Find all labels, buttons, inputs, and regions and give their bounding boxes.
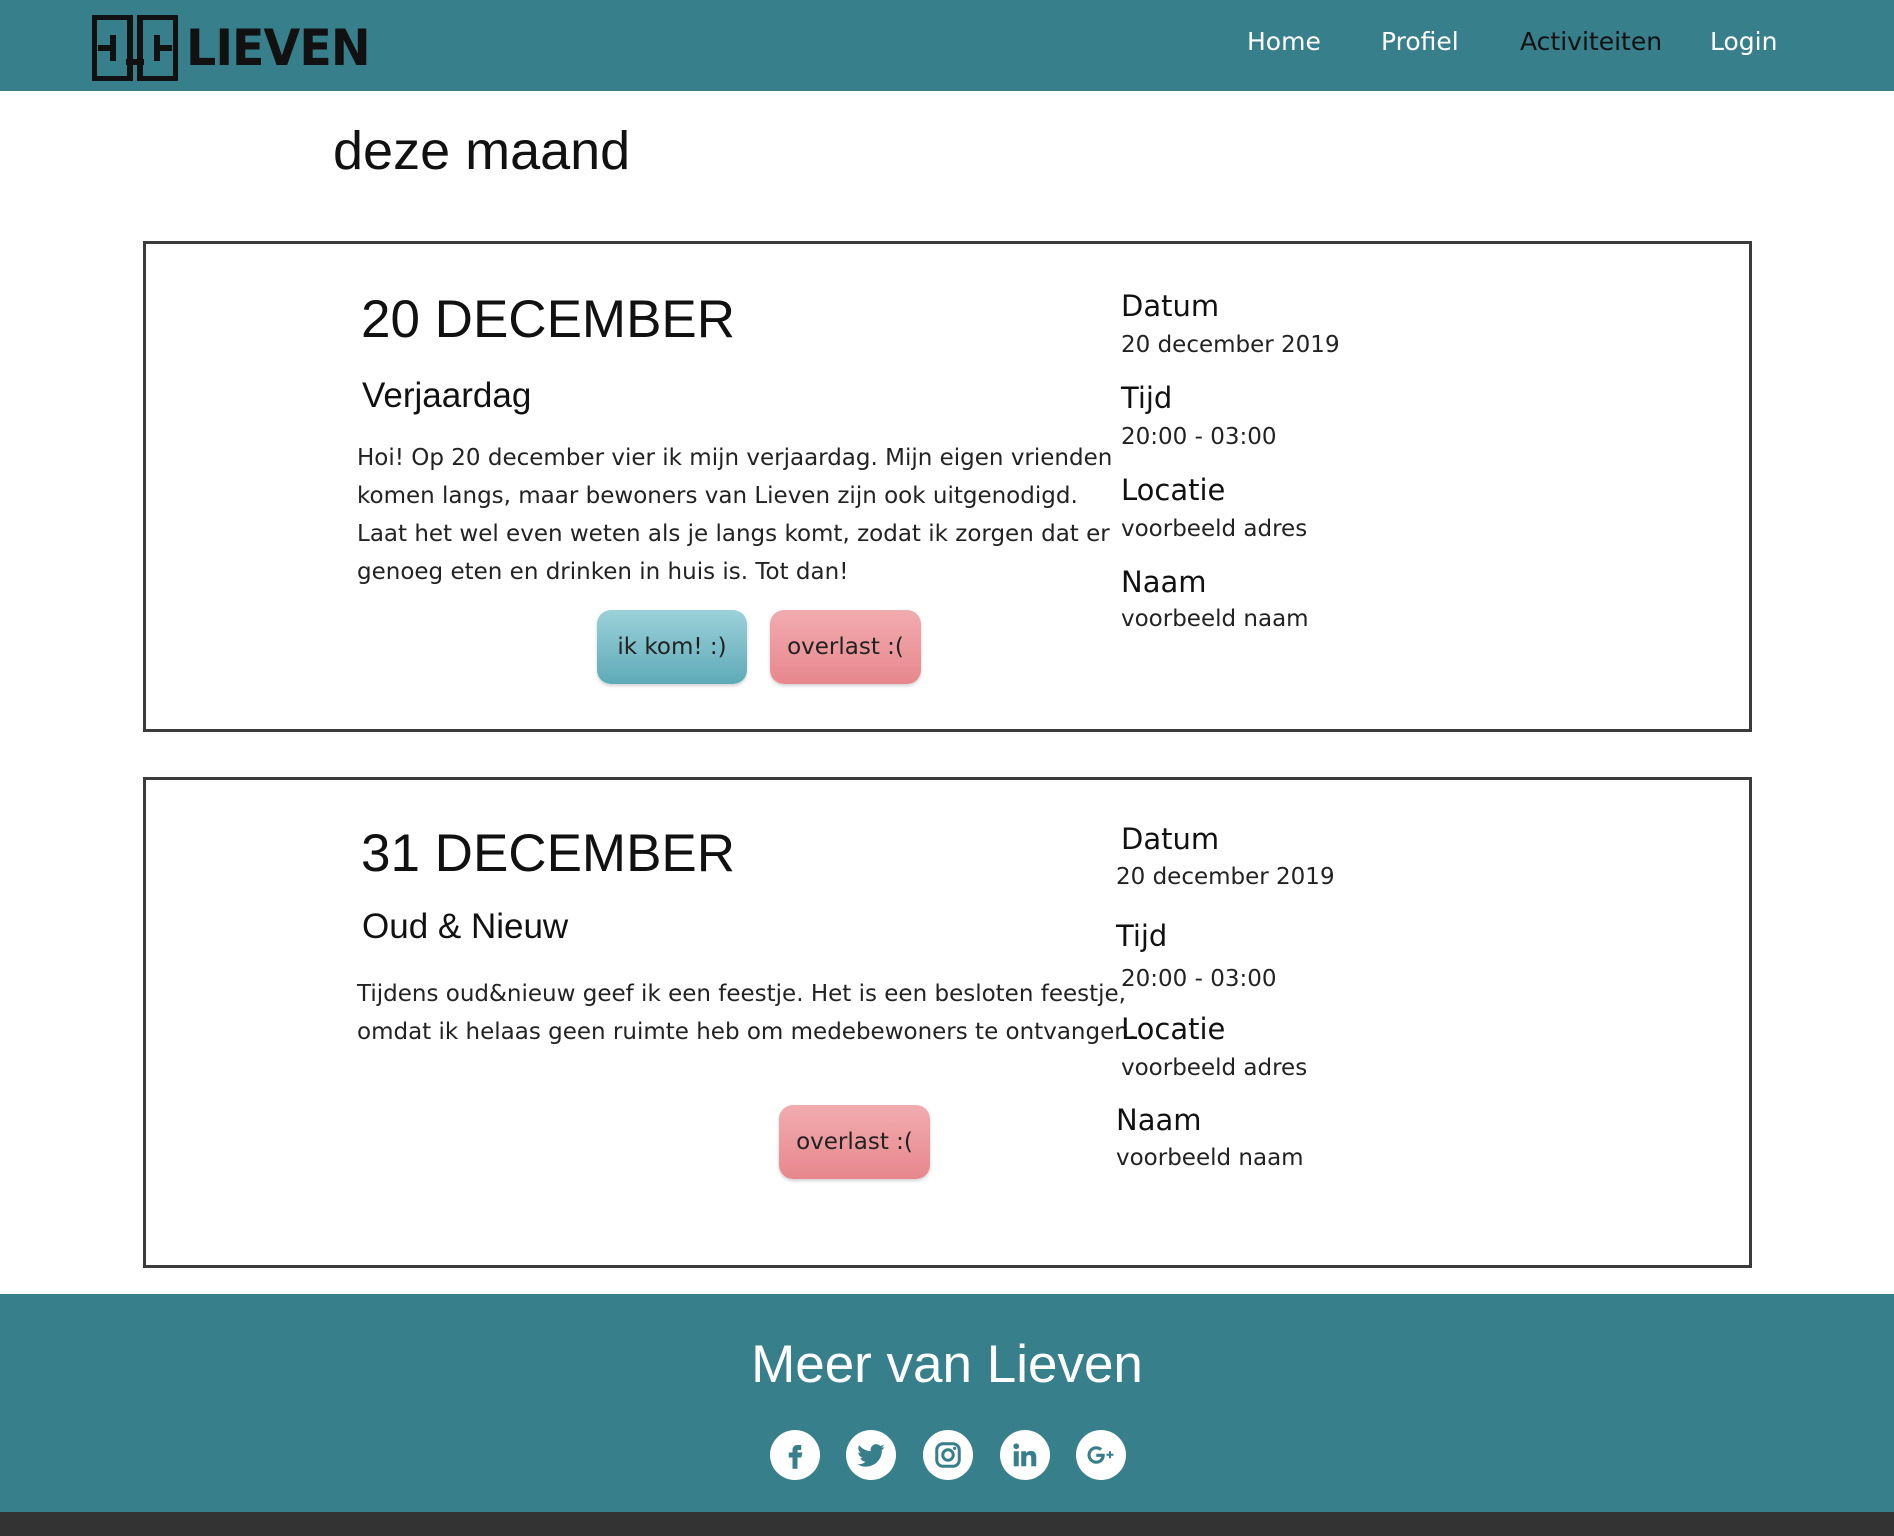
naam-label: Naam bbox=[1121, 565, 1207, 599]
facebook-icon[interactable] bbox=[770, 1430, 820, 1480]
tijd-label: Tijd bbox=[1121, 381, 1173, 415]
site-footer: Meer van Lieven bbox=[0, 1294, 1894, 1512]
naam-value: voorbeeld naam bbox=[1121, 606, 1309, 632]
tijd-label: Tijd bbox=[1116, 919, 1168, 953]
overlast-button[interactable]: overlast :( bbox=[770, 610, 921, 684]
main-nav: Home Profiel Activiteiten Login bbox=[0, 0, 1894, 91]
event-title: Verjaardag bbox=[362, 376, 532, 415]
datum-value: 20 december 2019 bbox=[1121, 332, 1340, 358]
footer-title: Meer van Lieven bbox=[751, 1335, 1143, 1394]
event-card: 31 DECEMBER Oud & Nieuw Tijdens oud&nieu… bbox=[143, 777, 1752, 1268]
instagram-icon[interactable] bbox=[923, 1430, 973, 1480]
datum-label: Datum bbox=[1121, 289, 1220, 323]
twitter-icon[interactable] bbox=[846, 1430, 896, 1480]
locatie-value: voorbeeld adres bbox=[1121, 1055, 1308, 1081]
event-description: Tijdens oud&nieuw geef ik een feestje. H… bbox=[357, 981, 1137, 1045]
event-card: 20 DECEMBER Verjaardag Hoi! Op 20 decemb… bbox=[143, 241, 1752, 732]
datum-label: Datum bbox=[1121, 822, 1220, 856]
nav-profiel[interactable]: Profiel bbox=[1381, 27, 1459, 56]
event-title: Oud & Nieuw bbox=[362, 907, 569, 946]
nav-login[interactable]: Login bbox=[1710, 27, 1777, 56]
naam-label: Naam bbox=[1116, 1103, 1202, 1137]
event-date-heading: 20 DECEMBER bbox=[361, 290, 736, 349]
linkedin-icon[interactable] bbox=[1000, 1430, 1050, 1480]
datum-value: 20 december 2019 bbox=[1116, 864, 1335, 890]
tijd-value: 20:00 - 03:00 bbox=[1121, 424, 1277, 450]
bottom-bar bbox=[0, 1512, 1894, 1536]
nav-home[interactable]: Home bbox=[1247, 27, 1321, 56]
event-description: Hoi! Op 20 december vier ik mijn verjaar… bbox=[357, 445, 1113, 585]
locatie-label: Locatie bbox=[1121, 473, 1226, 507]
attend-button[interactable]: ik kom! :) bbox=[597, 610, 747, 684]
locatie-value: voorbeeld adres bbox=[1121, 516, 1308, 542]
google-plus-icon[interactable] bbox=[1076, 1430, 1126, 1480]
nav-activiteiten[interactable]: Activiteiten bbox=[1520, 27, 1662, 56]
page-title: deze maand bbox=[333, 121, 631, 181]
site-header: LIEVEN Home Profiel Activiteiten Login bbox=[0, 0, 1894, 91]
tijd-value: 20:00 - 03:00 bbox=[1121, 966, 1277, 992]
naam-value: voorbeeld naam bbox=[1116, 1145, 1304, 1171]
event-date-heading: 31 DECEMBER bbox=[361, 824, 736, 883]
locatie-label: Locatie bbox=[1121, 1012, 1226, 1046]
overlast-button[interactable]: overlast :( bbox=[779, 1105, 930, 1179]
